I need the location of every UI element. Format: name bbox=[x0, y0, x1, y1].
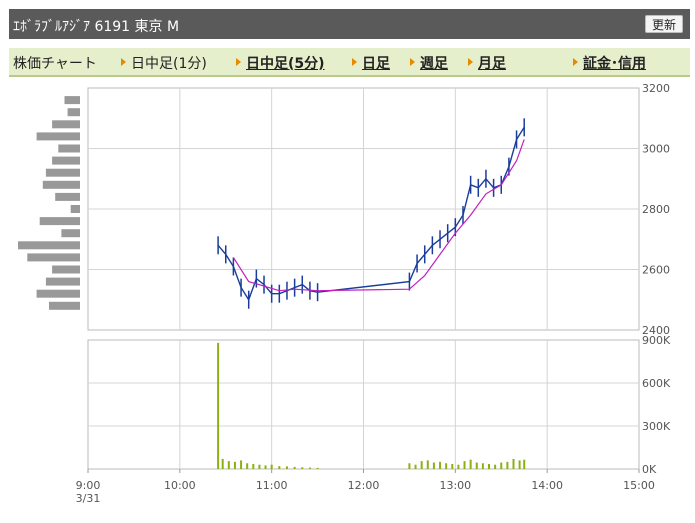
volume-y-tick-label: 0K bbox=[642, 463, 657, 476]
volume-profile-bar bbox=[45, 168, 80, 177]
volume-bar bbox=[420, 461, 423, 469]
volume-profile-bar bbox=[52, 265, 80, 274]
volume-bar bbox=[408, 463, 411, 469]
volume-bar bbox=[523, 459, 526, 469]
volume-profile-bar bbox=[49, 301, 80, 310]
volume-bar bbox=[469, 459, 472, 469]
volume-bar bbox=[512, 458, 515, 469]
volume-bar bbox=[301, 467, 304, 469]
volume-bar bbox=[426, 460, 429, 469]
volume-profile-bar bbox=[58, 144, 80, 153]
volume-profile-bar bbox=[70, 205, 80, 213]
volume-profile-bar bbox=[27, 253, 80, 262]
volume-bar bbox=[293, 466, 296, 469]
x-tick-label: 12:00 bbox=[348, 479, 380, 492]
volume-bar bbox=[316, 467, 319, 469]
volume-bar bbox=[414, 464, 417, 469]
volume-bar bbox=[439, 461, 442, 469]
volume-bar bbox=[252, 463, 255, 469]
volume-profile-bar bbox=[45, 277, 80, 286]
volume-bar bbox=[481, 463, 484, 469]
price-volume-chart: 9:00 10:00 11:00 12:00 13:00 14:00 15:003/3124… bbox=[18, 82, 671, 505]
volume-profile-bar bbox=[55, 192, 80, 201]
volume-bar bbox=[488, 463, 491, 469]
volume-profile-bar bbox=[18, 241, 80, 250]
volume-bar bbox=[494, 464, 497, 469]
volume-bar bbox=[432, 462, 435, 469]
volume-profile-bar bbox=[39, 217, 80, 226]
volume-bar bbox=[217, 342, 220, 469]
x-tick-label: 9:00 bbox=[76, 479, 101, 492]
x-tick-label: 15:00 bbox=[623, 479, 655, 492]
volume-bar bbox=[308, 467, 311, 469]
volume-bar bbox=[227, 461, 230, 469]
volume-bar bbox=[221, 458, 224, 469]
volume-profile-bar bbox=[64, 96, 80, 105]
volume-profile-bar bbox=[52, 156, 80, 165]
volume-bar bbox=[270, 464, 273, 469]
volume-bar bbox=[518, 460, 521, 469]
price-y-tick-label: 3000 bbox=[642, 143, 670, 156]
x-tick-label: 14:00 bbox=[531, 479, 563, 492]
x-tick-label: 13:00 bbox=[439, 479, 471, 492]
volume-bar bbox=[285, 466, 288, 469]
volume-bar bbox=[233, 461, 236, 469]
volume-profile-bar bbox=[52, 120, 80, 129]
volume-bar bbox=[475, 462, 478, 469]
volume-profile-bar bbox=[36, 289, 80, 298]
volume-bar bbox=[451, 463, 454, 469]
volume-bar bbox=[445, 463, 448, 469]
volume-bar bbox=[506, 461, 509, 469]
volume-profile-bar bbox=[61, 229, 80, 238]
x-tick-date: 3/31 bbox=[76, 492, 101, 505]
volume-y-tick-label: 600K bbox=[642, 377, 671, 390]
volume-profile-bar bbox=[36, 132, 80, 141]
x-tick-label: 10:00 bbox=[164, 479, 196, 492]
price-y-tick-label: 2600 bbox=[642, 264, 670, 277]
volume-bar bbox=[463, 461, 466, 469]
volume-profile-bar bbox=[42, 180, 80, 189]
volume-bar bbox=[246, 463, 249, 469]
volume-bar bbox=[278, 466, 281, 469]
volume-bar bbox=[264, 465, 267, 469]
price-y-tick-label: 3200 bbox=[642, 82, 670, 95]
volume-y-tick-label: 300K bbox=[642, 420, 671, 433]
volume-bar bbox=[240, 460, 243, 469]
price-y-tick-label: 2800 bbox=[642, 203, 670, 216]
volume-bar bbox=[500, 462, 503, 469]
volume-y-tick-label: 900K bbox=[642, 334, 671, 347]
volume-bar bbox=[457, 464, 460, 469]
volume-bar bbox=[258, 464, 261, 469]
x-tick-label: 11:00 bbox=[256, 479, 288, 492]
volume-profile-bar bbox=[67, 108, 80, 117]
